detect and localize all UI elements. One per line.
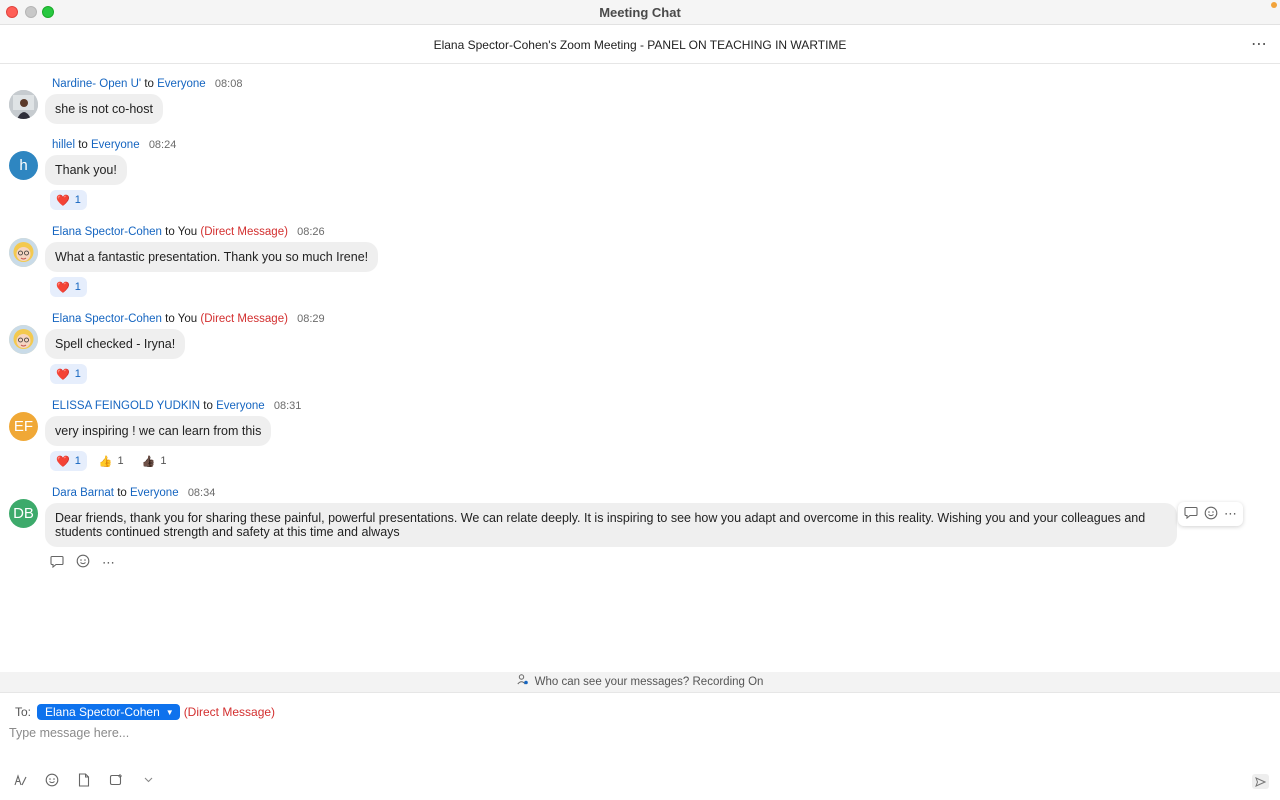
meeting-title: Elana Spector-Cohen's Zoom Meeting - PAN… [433, 38, 847, 52]
timestamp: 08:08 [214, 78, 243, 90]
recipient-name: Everyone [130, 487, 179, 499]
to-word: to [165, 313, 175, 325]
chevron-down-icon[interactable] [140, 772, 156, 788]
window-title: Meeting Chat [599, 5, 681, 20]
recording-notice[interactable]: Who can see your messages? Recording On [0, 672, 1280, 693]
emoji-icon[interactable] [44, 772, 60, 788]
reaction-count: 1 [74, 455, 81, 467]
message-bubble: Spell checked - Iryna! [45, 329, 186, 359]
sender-name[interactable]: Nardine- Open U' [52, 78, 141, 90]
message-bubble: very inspiring ! we can learn from this [45, 416, 272, 446]
avatar: h [9, 151, 38, 180]
to-word: to [78, 139, 88, 151]
avatar [9, 238, 38, 267]
message-meta: hillel to Everyone 08:24 [52, 139, 176, 151]
add-reaction-icon[interactable] [1204, 506, 1218, 523]
reaction-count: 1 [74, 194, 81, 206]
thumbs-up-dark-reaction[interactable]: 👍🏿 1 [136, 451, 173, 471]
recipient-name: Everyone [91, 139, 140, 151]
avatar [9, 325, 38, 354]
reaction-count: 1 [74, 281, 81, 293]
people-lock-icon [516, 674, 531, 688]
reactions: ❤️ 1 👍 1 👍🏿 1 [50, 451, 172, 471]
heart-icon: ❤️ [56, 194, 70, 207]
direct-message-label: (Direct Message) [200, 313, 288, 325]
reaction-count: 1 [117, 455, 124, 467]
avatar: DB [9, 499, 38, 528]
compose-toolbar [12, 772, 156, 788]
more-icon[interactable]: ⋯ [1224, 506, 1237, 522]
recipient-name: Everyone [157, 78, 206, 90]
recipient-row: To: Elana Spector-Cohen ▼ (Direct Messag… [15, 704, 275, 720]
thumbs-up-dark-icon: 👍🏿 [141, 455, 156, 468]
reactions: ❤️ 1 [50, 190, 87, 210]
sender-name[interactable]: ELISSA FEINGOLD YUDKIN [52, 400, 200, 412]
recipient-name: Everyone [216, 400, 265, 412]
message-actions: ⋯ [50, 554, 115, 571]
recipient-name: You [177, 226, 198, 238]
notification-dot [1271, 2, 1277, 8]
message-bubble: Dear friends, thank you for sharing thes… [45, 503, 1177, 547]
heart-reaction[interactable]: ❤️ 1 [50, 277, 87, 297]
to-label: To: [15, 705, 32, 719]
sender-name[interactable]: Elana Spector-Cohen [52, 313, 162, 325]
heart-icon: ❤️ [56, 455, 70, 468]
notice-text: Who can see your messages? Recording On [534, 676, 764, 688]
message-meta: Nardine- Open U' to Everyone 08:08 [52, 78, 242, 90]
thumbs-up-reaction[interactable]: 👍 1 [93, 451, 130, 471]
recipient-name: Elana Spector-Cohen [45, 705, 160, 719]
to-word: to [144, 78, 154, 90]
message-hover-actions: ⋯ [1178, 502, 1243, 526]
more-icon[interactable]: ⋯ [102, 555, 115, 571]
timestamp: 08:29 [297, 313, 325, 325]
message-bubble: she is not co-host [45, 94, 163, 124]
message-input[interactable] [9, 726, 1209, 740]
direct-message-label: (Direct Message) [183, 705, 276, 719]
reply-icon[interactable] [50, 555, 64, 571]
timestamp: 08:24 [148, 139, 177, 151]
avatar: EF [9, 412, 38, 441]
direct-message-label: (Direct Message) [200, 226, 288, 238]
message-bubble: What a fantastic presentation. Thank you… [45, 242, 379, 272]
screenshot-icon[interactable] [108, 772, 124, 788]
reaction-count: 1 [74, 368, 81, 380]
timestamp: 08:34 [187, 487, 216, 499]
heart-reaction[interactable]: ❤️ 1 [50, 451, 87, 471]
heart-reaction[interactable]: ❤️ 1 [50, 364, 87, 384]
recipient-dropdown[interactable]: Elana Spector-Cohen ▼ [37, 704, 180, 720]
sender-name[interactable]: Dara Barnat [52, 487, 114, 499]
message-meta: Elana Spector-Cohen to You (Direct Messa… [52, 313, 325, 325]
send-icon[interactable] [1252, 774, 1269, 789]
title-bar: Meeting Chat [0, 0, 1280, 25]
message-meta: Dara Barnat to Everyone 08:34 [52, 487, 215, 499]
recipient-name: You [177, 313, 198, 325]
meeting-header: Elana Spector-Cohen's Zoom Meeting - PAN… [0, 25, 1280, 64]
add-reaction-icon[interactable] [76, 554, 90, 571]
avatar [9, 90, 38, 119]
reaction-count: 1 [160, 455, 167, 467]
timestamp: 08:26 [297, 226, 325, 238]
sender-name[interactable]: Elana Spector-Cohen [52, 226, 162, 238]
heart-reaction[interactable]: ❤️ 1 [50, 190, 87, 210]
format-icon[interactable] [12, 772, 28, 788]
message-bubble: Thank you! [45, 155, 127, 185]
message-meta: ELISSA FEINGOLD YUDKIN to Everyone 08:31 [52, 400, 301, 412]
file-icon[interactable] [76, 772, 92, 788]
thumbs-up-icon: 👍 [98, 455, 113, 468]
sender-name[interactable]: hillel [52, 139, 75, 151]
to-word: to [117, 487, 127, 499]
message-meta: Elana Spector-Cohen to You (Direct Messa… [52, 226, 325, 238]
heart-icon: ❤️ [56, 281, 70, 294]
to-word: to [203, 400, 213, 412]
caret-down-icon: ▼ [165, 707, 174, 717]
heart-icon: ❤️ [56, 368, 70, 381]
reactions: ❤️ 1 [50, 277, 87, 297]
meeting-chat-window: Meeting Chat Elana Spector-Cohen's Zoom … [0, 0, 1280, 800]
ellipsis-icon[interactable]: ⋯ [1251, 34, 1268, 54]
timestamp: 08:31 [273, 400, 302, 412]
reactions: ❤️ 1 [50, 364, 87, 384]
to-word: to [165, 226, 175, 238]
reply-icon[interactable] [1184, 506, 1198, 522]
